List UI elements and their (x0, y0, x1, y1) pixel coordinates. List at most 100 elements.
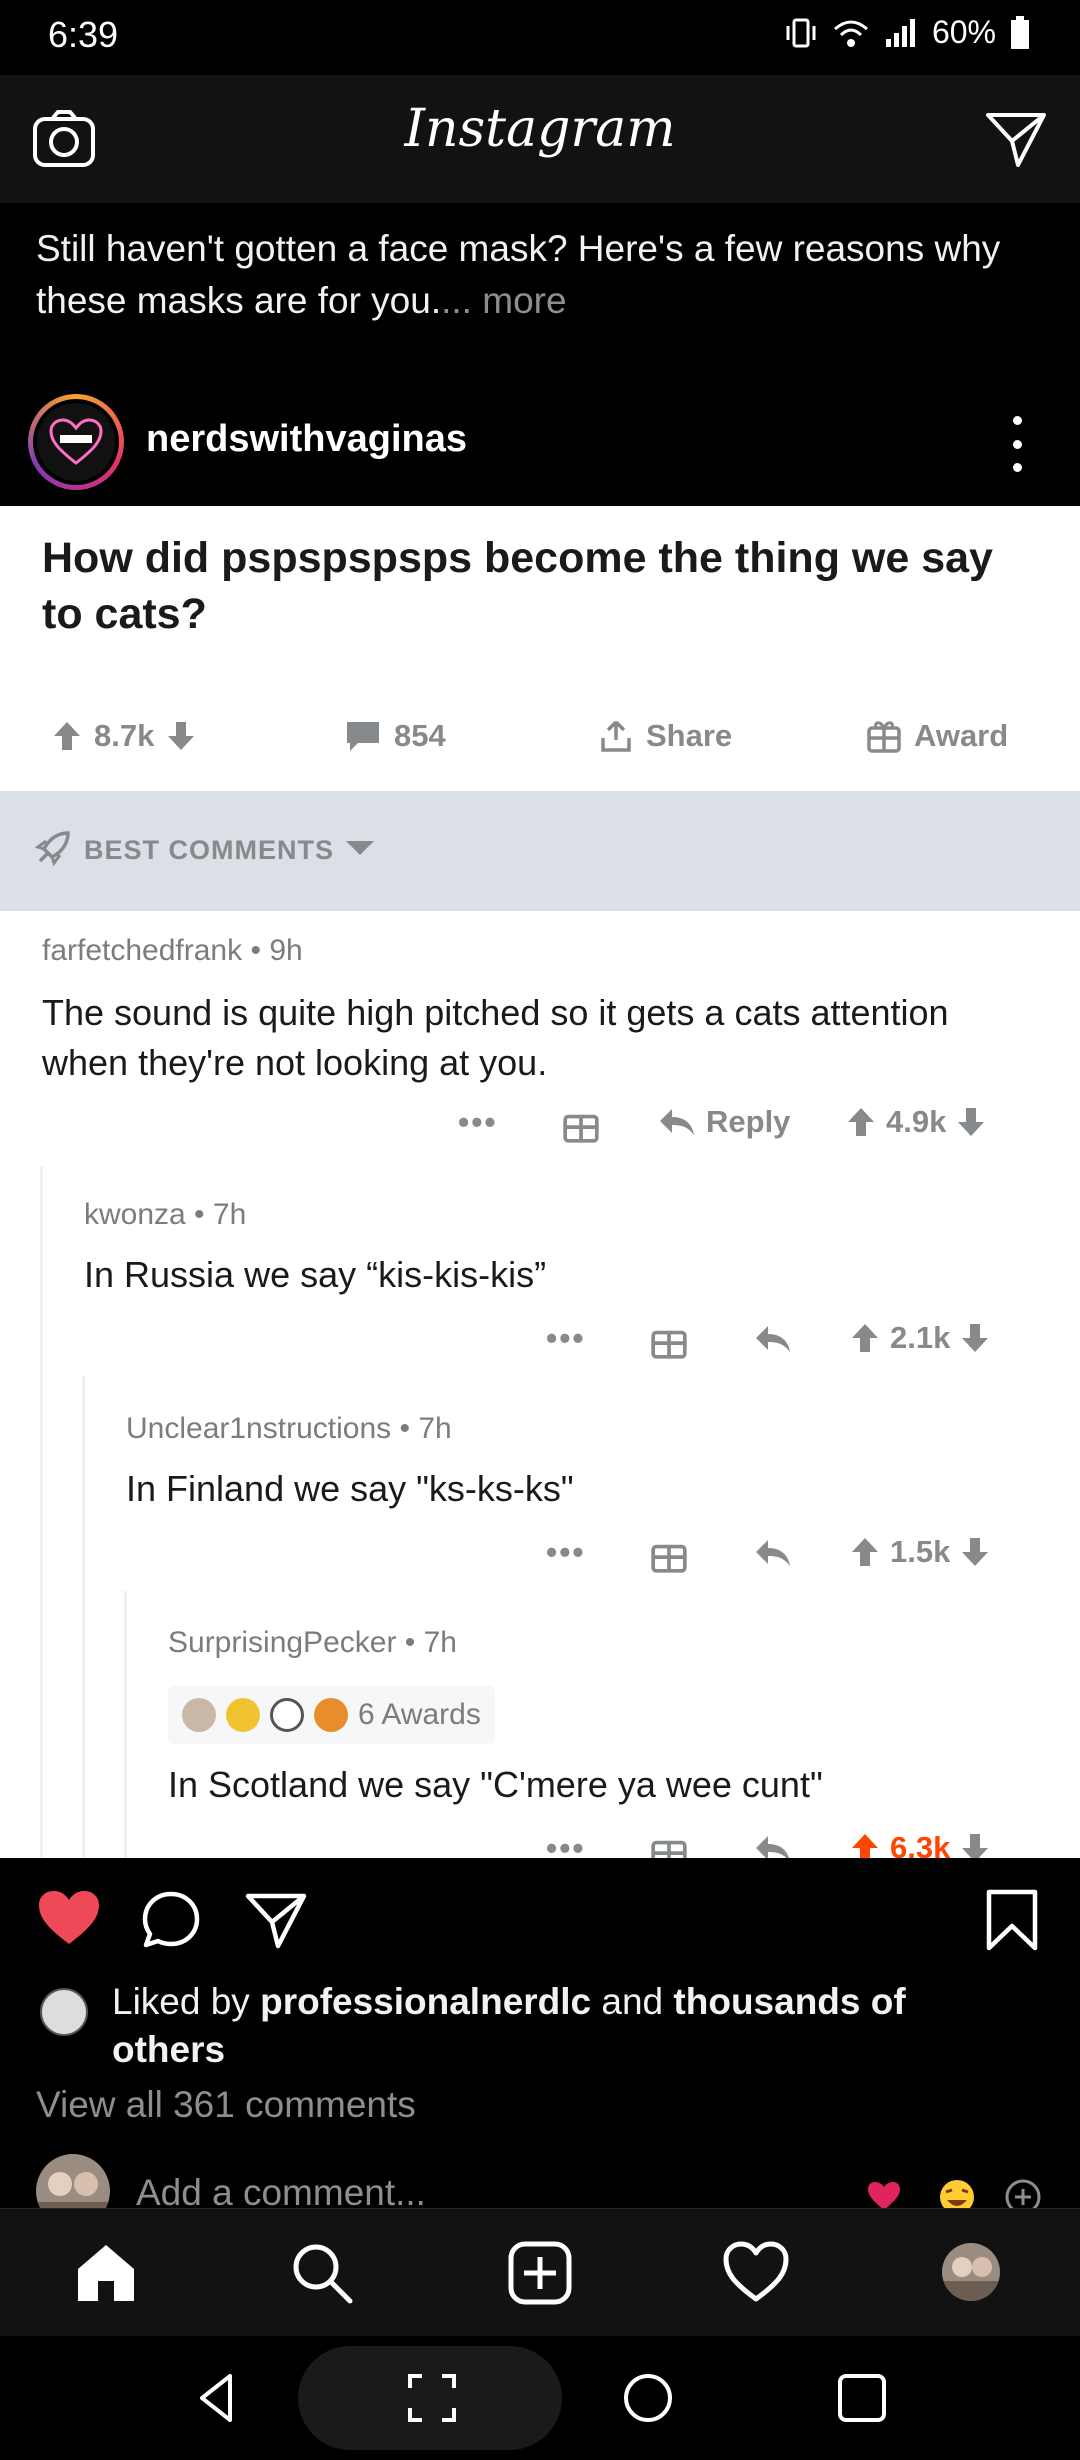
home-icon[interactable] (72, 2239, 140, 2307)
comment-vote-group: 2.1k (850, 1320, 990, 1356)
downvote-icon[interactable] (960, 1832, 990, 1858)
comment-vote-group: 6.3k (850, 1830, 990, 1858)
recent-apps-icon[interactable] (834, 2370, 890, 2426)
comment-body: In Finland we say "ks-ks-ks" (126, 1468, 574, 1509)
gift-icon[interactable] (650, 1536, 688, 1574)
reddit-post-title: How did pspspspsps become the thing we s… (42, 534, 993, 638)
rocket-icon (34, 831, 70, 867)
downvote-icon (168, 722, 195, 750)
share-label: Share (646, 718, 733, 753)
thread-line (82, 1376, 85, 1858)
back-icon[interactable] (190, 2370, 246, 2426)
app-logo: Instagram (404, 99, 676, 159)
gift-icon (867, 721, 901, 753)
activity-heart-icon[interactable] (722, 2239, 790, 2307)
thread-line (40, 1166, 43, 1858)
post-avatar[interactable] (28, 394, 124, 490)
more-icon[interactable]: ••• (546, 1320, 586, 1357)
bookmark-icon[interactable] (984, 1888, 1040, 1952)
profile-avatar[interactable] (942, 2243, 1000, 2301)
comment-score: 1.5k (890, 1534, 951, 1569)
comment-body: In Russia we say “kis-kis-kis” (84, 1254, 547, 1295)
reply-label: Reply (706, 1104, 791, 1139)
comment-age: 9h (269, 934, 303, 967)
reply-icon[interactable] (752, 1536, 792, 1570)
comment-body: In Scotland we say "C'mere ya wee cunt" (168, 1764, 823, 1805)
like-heart-icon[interactable] (36, 1888, 102, 1948)
upvote-icon[interactable] (850, 1322, 880, 1354)
comment-meta: kwonza • 7h (84, 1198, 247, 1231)
award-icon (226, 1698, 260, 1732)
more-options-icon[interactable] (1002, 416, 1032, 472)
upvote-icon (54, 722, 80, 750)
vibrate-icon (786, 18, 816, 47)
comment-icon[interactable] (140, 1890, 202, 1950)
post-image[interactable]: How did pspspspsps become the thing we s… (0, 506, 1080, 1858)
liked-and: and (601, 1981, 664, 2022)
sort-bar[interactable]: BEST COMMENTS (0, 791, 1080, 911)
comment-age: 7h (212, 1198, 247, 1231)
reply-icon[interactable] (752, 1322, 792, 1356)
view-all-comments[interactable]: View all 361 comments (36, 2084, 416, 2126)
gift-icon[interactable] (650, 1832, 688, 1858)
reddit-action-bar: 8.7k 854 Share Award (0, 706, 1080, 776)
reply-icon[interactable] (752, 1832, 792, 1858)
share-group: Share (598, 718, 732, 754)
more-icon[interactable]: ••• (546, 1534, 586, 1571)
comment-age: 7h (418, 1412, 452, 1445)
upvote-icon[interactable] (846, 1106, 876, 1138)
sort-label: BEST COMMENTS (84, 835, 335, 865)
upvote-icon[interactable] (850, 1536, 880, 1568)
awards-count: 6 Awards (358, 1698, 481, 1731)
comment-author[interactable]: kwonza (84, 1198, 186, 1231)
comment-age: 7h (423, 1626, 457, 1659)
reply-icon (660, 1109, 694, 1135)
comment-author[interactable]: farfetchedfrank (42, 934, 242, 967)
liked-prefix: Liked by (112, 1981, 250, 2022)
android-navigation-bar (0, 2336, 1080, 2460)
comment-author[interactable]: Unclear1nstructions (126, 1412, 391, 1445)
status-time: 6:39 (48, 14, 119, 55)
reply-button[interactable]: Reply (656, 1104, 790, 1140)
liked-by-text: Liked by professionalnerdlc and thousand… (112, 1978, 1012, 2074)
comment-actions: ••• 2.1k (0, 1312, 1080, 1372)
liked-by-avatar[interactable] (40, 1988, 88, 2036)
comment-score: 6.3k (890, 1830, 951, 1858)
award-group: Award (866, 718, 1008, 754)
downvote-icon[interactable] (960, 1536, 990, 1568)
comments-count-group: 854 (344, 718, 446, 754)
comment-actions: ••• 1.5k (0, 1526, 1080, 1586)
battery-percent: 60% (931, 14, 996, 50)
direct-message-icon[interactable] (984, 109, 1048, 169)
chevron-down-icon (346, 841, 374, 855)
comment-author[interactable]: SurprisingPecker (168, 1626, 396, 1659)
share-icon (601, 720, 631, 752)
caption-more-link[interactable]: more (482, 280, 566, 321)
comment-score: 2.1k (890, 1320, 951, 1355)
more-icon[interactable]: ••• (546, 1830, 586, 1858)
heart-logo-icon (49, 418, 103, 465)
comments-count: 854 (394, 718, 446, 753)
comment-body: The sound is quite high pitched so it ge… (42, 992, 949, 1083)
post-header: nerdswithvaginas (0, 380, 1080, 506)
post-username[interactable]: nerdswithvaginas (146, 418, 467, 461)
gift-icon[interactable] (650, 1322, 688, 1360)
comment-actions: ••• 6.3k (0, 1822, 1080, 1858)
vote-group: 8.7k (52, 718, 196, 754)
awards-box[interactable]: 6 Awards (168, 1686, 495, 1744)
gift-icon[interactable] (562, 1106, 600, 1144)
downvote-icon[interactable] (960, 1322, 990, 1354)
downvote-icon[interactable] (956, 1106, 986, 1138)
search-icon[interactable] (288, 2239, 356, 2307)
comment-vote-group: 1.5k (850, 1534, 990, 1570)
share-post-icon[interactable] (244, 1890, 308, 1950)
bottom-navigation (0, 2208, 1080, 2336)
liked-user[interactable]: professionalnerdlc (260, 1981, 591, 2022)
award-icon (314, 1698, 348, 1732)
more-icon[interactable]: ••• (458, 1104, 498, 1141)
new-post-icon[interactable] (506, 2239, 574, 2307)
upvote-icon[interactable] (850, 1832, 880, 1858)
comment-actions: ••• Reply 4.9k (0, 1096, 1080, 1156)
screenshot-icon[interactable] (404, 2370, 460, 2426)
home-button-icon[interactable] (620, 2370, 676, 2426)
